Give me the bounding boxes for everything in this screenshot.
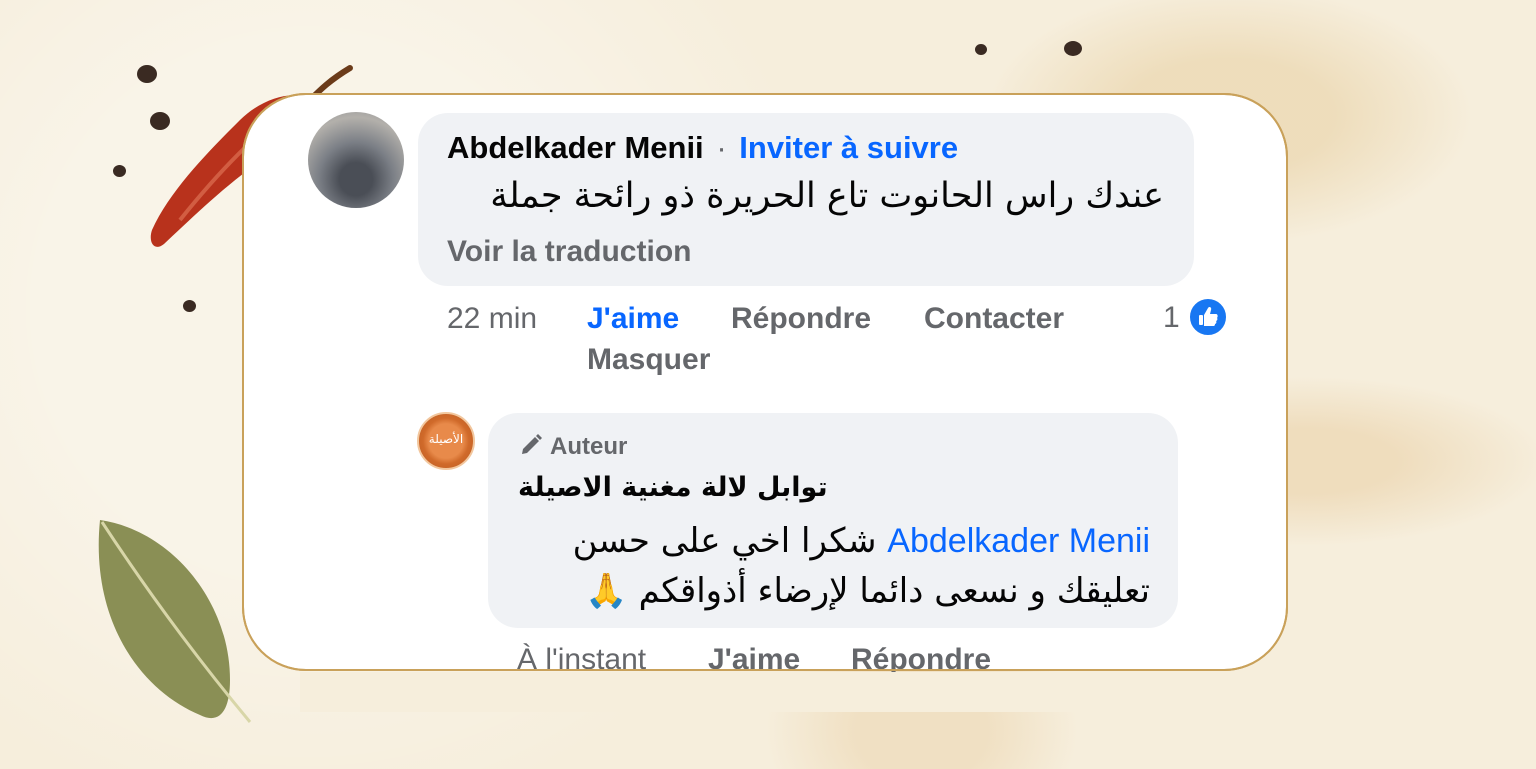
mention-link[interactable]: Abdelkader Menii	[887, 522, 1150, 560]
comment-timestamp[interactable]: 22 min	[447, 302, 537, 336]
see-translation-link[interactable]: Voir la traduction	[447, 235, 691, 269]
page-avatar[interactable]: الأصيلة	[417, 412, 475, 470]
page-logo-text: الأصيلة	[428, 432, 464, 446]
peppercorn	[150, 112, 170, 130]
commenter-avatar[interactable]	[308, 112, 404, 208]
commenter-name[interactable]: Abdelkader Menii	[447, 130, 704, 165]
invite-to-follow-link[interactable]: Inviter à suivre	[739, 130, 958, 165]
like-button[interactable]: J'aime	[587, 302, 679, 336]
peppercorn	[975, 44, 987, 55]
hide-button[interactable]: Masquer	[587, 343, 710, 377]
comment-header: Abdelkader Menii · Inviter à suivre	[447, 130, 958, 166]
separator-dot: ·	[716, 130, 727, 165]
card-bottom-clip	[300, 672, 1300, 712]
peppercorn	[137, 65, 157, 83]
peppercorn	[113, 165, 126, 177]
page-name[interactable]: توابل لالة مغنية الاصيلة	[518, 472, 828, 503]
author-badge-label: Auteur	[550, 433, 628, 460]
comment-text: عندك راس الحانوت تاع الحريرة ذو رائحة جم…	[490, 176, 1164, 216]
peppercorn	[183, 300, 196, 312]
contact-button[interactable]: Contacter	[924, 302, 1064, 336]
author-badge: Auteur	[518, 432, 627, 461]
peppercorn	[1064, 41, 1082, 56]
pencil-icon	[522, 434, 542, 454]
thumbs-up-icon[interactable]	[1188, 297, 1228, 337]
reaction-count[interactable]: 1	[1163, 301, 1180, 335]
reply-button[interactable]: Répondre	[731, 302, 871, 336]
reply-text: Abdelkader Menii شكرا اخي على حسن تعليقك…	[516, 516, 1150, 616]
